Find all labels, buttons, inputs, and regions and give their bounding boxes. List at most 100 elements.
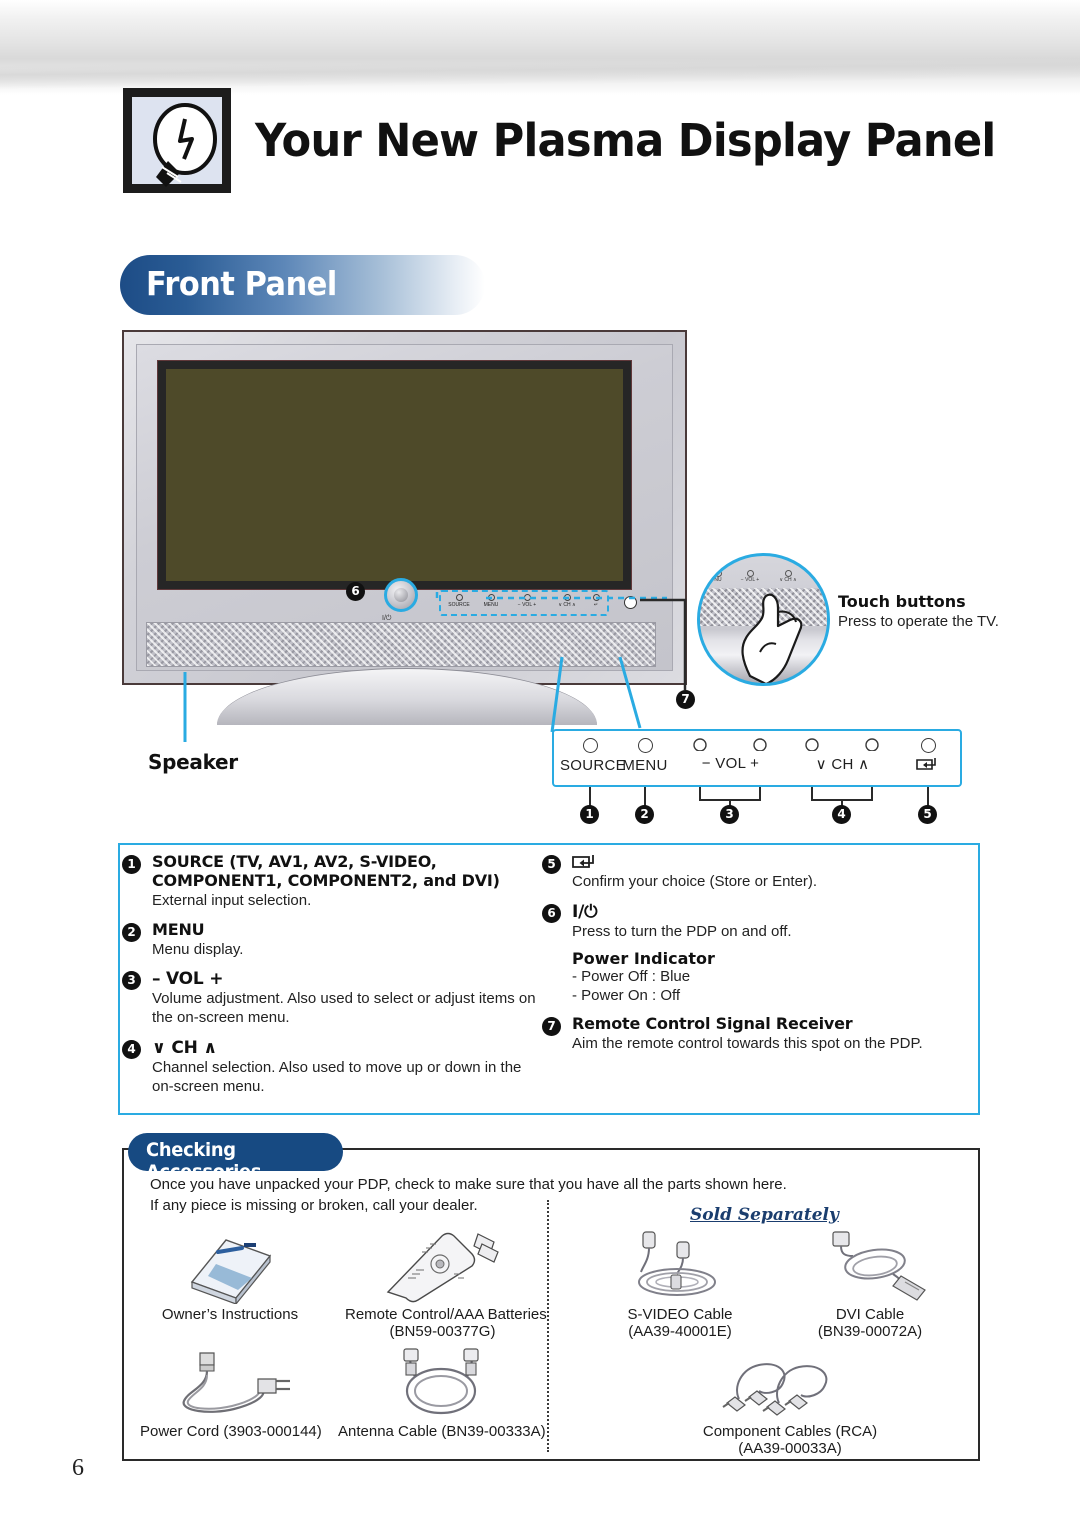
tv-power-button-label: I/⏻ bbox=[382, 615, 392, 622]
entry-body-6: Press to turn the PDP on and off. bbox=[572, 922, 792, 940]
page-title: Your New Plasma Display Panel bbox=[255, 114, 996, 167]
descriptions-right-column: 5 Confirm your choice (Store or Enter). … bbox=[542, 853, 972, 1056]
panel-button-menu[interactable]: MENU bbox=[615, 738, 675, 775]
accessory-label: Power Cord (3903-000144) bbox=[140, 1423, 322, 1440]
accessory-code: (AA39-00033A) bbox=[738, 1440, 842, 1458]
led-dot-icon bbox=[582, 738, 598, 753]
entry-heading-2: MENU bbox=[152, 919, 205, 939]
description-entry-5: 5 Confirm your choice (Store or Enter). bbox=[542, 853, 972, 892]
panel-button-vol[interactable]: − VOL + bbox=[688, 738, 773, 773]
panel-button-ch[interactable]: ∨ CH ∧ bbox=[800, 738, 885, 774]
callout-marker-2: 2 bbox=[635, 805, 654, 824]
description-entry-3: 3 – VOL + Volume adjustment. Also used t… bbox=[122, 969, 547, 1028]
description-entry-7: 7 Remote Control Signal Receiver Aim the… bbox=[542, 1014, 972, 1054]
accessory-label: Remote Control/AAA Batteries bbox=[345, 1306, 547, 1323]
description-entry-6: 6 I/⏻ Press to turn the PDP on and off. … bbox=[542, 902, 972, 1006]
description-entry-4: 4 ∨ CH ∧ Channel selection. Also used to… bbox=[122, 1038, 547, 1097]
callout-marker-4: 4 bbox=[832, 805, 851, 824]
panel-button-enter[interactable] bbox=[903, 738, 953, 772]
section-badge-label: Front Panel bbox=[146, 264, 337, 303]
accessory-dvi-cable: DVI Cable (BN39-00072A) bbox=[790, 1228, 950, 1341]
tv-front-illustration: I/⏻ 6 SOURCE MENU − VOL + ∨ CH ∧ ↵ bbox=[122, 330, 687, 725]
dvi-cable-icon bbox=[790, 1228, 950, 1306]
power-indicator-heading: Power Indicator bbox=[572, 948, 715, 968]
accessory-component-cables: Component Cables (RCA) (AA39-00033A) bbox=[690, 1345, 890, 1458]
ir-receiver-dot bbox=[624, 596, 637, 609]
tv-bezel bbox=[157, 360, 632, 590]
entry-number-2: 2 bbox=[122, 922, 141, 942]
tv-touch-button-strip: SOURCE MENU − VOL + ∨ CH ∧ ↵ bbox=[442, 592, 606, 614]
description-entry-2: 2 MENU Menu display. bbox=[122, 919, 547, 960]
antenna-cable-icon bbox=[338, 1345, 543, 1423]
manual-page: Your New Plasma Display Panel Front Pane… bbox=[0, 0, 1080, 1528]
tv-strip-ch[interactable]: ∨ CH ∧ bbox=[548, 594, 586, 608]
entry-body-7: Aim the remote control towards this spot… bbox=[572, 1035, 923, 1053]
entry-body-2: Menu display. bbox=[152, 940, 244, 958]
manual-icon bbox=[150, 1228, 310, 1306]
tv-speaker-grille bbox=[146, 622, 656, 667]
page-header: Your New Plasma Display Panel bbox=[123, 88, 1026, 193]
entry-body-1: External input selection. bbox=[152, 891, 312, 909]
led-dot-pair-icon bbox=[805, 738, 879, 751]
accessory-label: DVI Cable bbox=[835, 1306, 905, 1323]
tv-strip-source[interactable]: SOURCE bbox=[442, 594, 476, 608]
led-dot-icon bbox=[487, 594, 495, 601]
power-cord-icon bbox=[140, 1345, 320, 1423]
led-dot-icon bbox=[637, 738, 653, 753]
power-indicator-line-2: - Power On : Off bbox=[572, 986, 681, 1004]
callout-marker-7: 7 bbox=[676, 690, 695, 709]
accessory-owners-instructions: Owner’s Instructions bbox=[150, 1228, 310, 1323]
accessories-badge: Checking Accessories bbox=[128, 1133, 343, 1183]
enter-icon bbox=[572, 855, 594, 868]
accessory-label: Owner’s Instructions bbox=[161, 1306, 299, 1323]
power-indicator-line-1: - Power Off : Blue bbox=[572, 967, 691, 985]
description-entry-1: 1 SOURCE (TV, AV1, AV2, S-VIDEO, COMPONE… bbox=[122, 852, 547, 911]
led-dot-icon bbox=[455, 594, 463, 601]
sold-separately-heading: Sold Separately bbox=[690, 1205, 839, 1225]
entry-number-5: 5 bbox=[542, 855, 561, 874]
entry-heading-5 bbox=[572, 853, 972, 872]
entry-body-5: Confirm your choice (Store or Enter). bbox=[572, 872, 818, 890]
panel-button-source[interactable]: SOURCE bbox=[560, 738, 626, 775]
tv-strip-enter[interactable]: ↵ bbox=[586, 594, 606, 608]
accessories-divider bbox=[547, 1200, 549, 1452]
remote-icon bbox=[345, 1228, 540, 1306]
accessory-svideo-cable: S-VIDEO Cable (AA39-40001E) bbox=[600, 1228, 760, 1341]
entry-body-3: Volume adjustment. Also used to select o… bbox=[152, 990, 536, 1027]
section-badge-front-panel: Front Panel bbox=[120, 255, 485, 315]
accessory-remote-control: Remote Control/AAA Batteries (BN59-00377… bbox=[345, 1228, 547, 1341]
descriptions-left-column: 1 SOURCE (TV, AV1, AV2, S-VIDEO, COMPONE… bbox=[122, 852, 547, 1099]
led-dot-icon bbox=[523, 594, 531, 601]
entry-heading-7: Remote Control Signal Receiver bbox=[572, 1014, 853, 1034]
entry-heading-3: – VOL + bbox=[152, 969, 224, 990]
accessory-code: (BN39-00072A) bbox=[817, 1323, 923, 1341]
tv-strip-menu[interactable]: MENU bbox=[476, 594, 506, 608]
accessories-intro-line-1: Once you have unpacked your PDP, check t… bbox=[150, 1176, 787, 1193]
accessory-label: Antenna Cable (BN39-00333A) bbox=[338, 1423, 546, 1440]
entry-heading-1: SOURCE (TV, AV1, AV2, S-VIDEO, COMPONENT… bbox=[152, 852, 500, 890]
component-cable-icon bbox=[690, 1345, 890, 1423]
accessory-power-cord: Power Cord (3903-000144) bbox=[140, 1345, 322, 1440]
tv-screen bbox=[166, 369, 623, 581]
tv-power-button[interactable] bbox=[384, 578, 418, 612]
enter-icon bbox=[916, 758, 936, 770]
callout-marker-1: 1 bbox=[580, 805, 599, 824]
entry-number-6: 6 bbox=[542, 903, 561, 923]
entry-number-1: 1 bbox=[122, 855, 141, 874]
callout-marker-3: 3 bbox=[720, 805, 739, 824]
led-dot-icon bbox=[592, 594, 600, 601]
entry-heading-4: ∨ CH ∧ bbox=[152, 1038, 217, 1059]
tv-strip-vol[interactable]: − VOL + bbox=[506, 594, 548, 608]
callout-marker-6: 6 bbox=[346, 582, 365, 601]
page-number: 6 bbox=[72, 1455, 84, 1481]
hand-pointing-icon bbox=[741, 593, 803, 683]
touch-buttons-magnifier: NU − VOL + ∨ CH ∧ ↵ bbox=[697, 553, 830, 686]
accessory-antenna-cable: Antenna Cable (BN39-00333A) bbox=[338, 1345, 546, 1440]
led-dot-icon bbox=[920, 738, 936, 753]
lightbulb-icon bbox=[123, 88, 231, 193]
accessory-code: (AA39-40001E) bbox=[628, 1323, 732, 1341]
entry-body-4: Channel selection. Also used to move up … bbox=[152, 1059, 522, 1096]
speaker-callout-label: Speaker bbox=[148, 750, 238, 774]
tv-cabinet: I/⏻ 6 SOURCE MENU − VOL + ∨ CH ∧ ↵ bbox=[122, 330, 687, 685]
top-gradient-band bbox=[0, 0, 1080, 95]
